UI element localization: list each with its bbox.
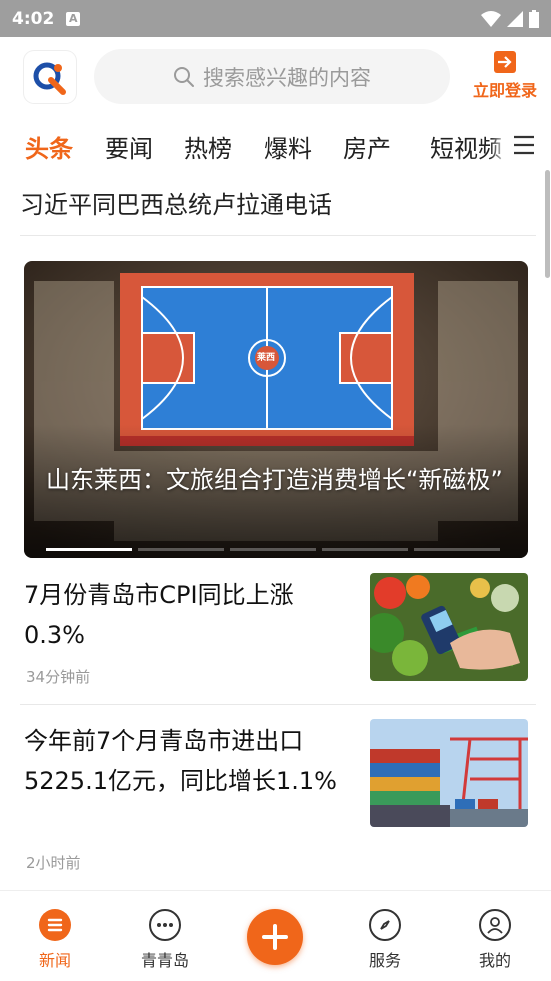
container-port-image [370, 719, 528, 827]
hero-carousel[interactable]: 莱西 山东莱西：文旅组合打造消费增长“新磁极” [24, 261, 528, 558]
news-time: 34分钟前 [26, 668, 91, 686]
chat-icon [149, 909, 181, 941]
app-logo[interactable] [24, 51, 76, 103]
nav-services[interactable]: 服务 [340, 909, 430, 971]
bottom-nav: 新闻 青青岛 服务 我的 [0, 890, 551, 981]
nav-label: 我的 [478, 951, 511, 970]
news-time: 2小时前 [26, 854, 81, 872]
search-bar[interactable]: 搜索感兴趣的内容 [94, 49, 450, 104]
tab-headlines[interactable]: 头条 [25, 129, 73, 164]
login-button[interactable]: 立即登录 [466, 51, 544, 103]
signal-icon [507, 10, 523, 27]
divider [20, 235, 536, 236]
court-center-logo: 莱西 [257, 353, 276, 363]
carousel-dot-active [46, 548, 132, 551]
news-item[interactable]: 今年前7个月青岛市进出口5225.1亿元，同比增长1.1% 2小时前 [24, 719, 528, 879]
app-logo-icon [33, 62, 66, 95]
hamburger-icon [514, 135, 534, 155]
carousel-dot [414, 548, 500, 551]
status-bar: 4:02 A [0, 0, 551, 37]
news-title: 今年前7个月青岛市进出口5225.1亿元，同比增长1.1% [24, 727, 337, 795]
tab-real-estate[interactable]: 房产 [343, 129, 391, 164]
news-thumbnail [370, 719, 528, 827]
tab-menu-button[interactable] [508, 129, 542, 161]
nav-label: 服务 [368, 951, 401, 970]
basketball-court-image [24, 261, 528, 558]
publish-button[interactable] [247, 909, 303, 965]
search-placeholder: 搜索感兴趣的内容 [203, 65, 371, 90]
top-headline[interactable]: 习近平同巴西总统卢拉通电话 [20, 185, 332, 220]
login-label: 立即登录 [472, 81, 537, 100]
carousel-indicator [46, 548, 500, 551]
tab-trending[interactable]: 热榜 [184, 129, 232, 164]
login-arrow-icon [494, 51, 516, 73]
nav-news[interactable]: 新闻 [10, 909, 100, 971]
user-icon [479, 909, 511, 941]
carousel-dot [322, 548, 408, 551]
battery-icon [529, 9, 539, 28]
category-tabs: 头条 要闻 热榜 爆料 房产 短视频 [0, 115, 551, 173]
news-thumbnail [370, 573, 528, 681]
divider [20, 704, 536, 705]
wifi-icon [481, 10, 501, 27]
notification-a-icon: A [66, 11, 81, 26]
tab-important-news[interactable]: 要闻 [105, 129, 153, 164]
nav-label: 青青岛 [140, 951, 189, 970]
nav-label: 新闻 [38, 951, 71, 970]
vegetables-payment-image [370, 573, 528, 681]
news-title: 7月份青岛市CPI同比上涨0.3% [24, 581, 294, 649]
carousel-dot [138, 548, 224, 551]
tab-tips[interactable]: 爆料 [264, 129, 312, 164]
nav-qingqingdao[interactable]: 青青岛 [120, 909, 210, 971]
news-item[interactable]: 7月份青岛市CPI同比上涨0.3% 34分钟前 [24, 573, 528, 693]
carousel-dot [230, 548, 316, 551]
status-time: 4:02 [12, 8, 55, 29]
news-icon [39, 909, 71, 941]
plus-icon [262, 924, 288, 950]
app-header: 搜索感兴趣的内容 立即登录 [0, 37, 551, 115]
nav-profile[interactable]: 我的 [450, 909, 540, 971]
scrollbar[interactable] [545, 170, 550, 278]
hero-caption: 山东莱西：文旅组合打造消费增长“新磁极” [46, 466, 503, 494]
search-icon [174, 66, 194, 87]
tabs-fade [490, 115, 508, 173]
compass-icon [369, 909, 401, 941]
